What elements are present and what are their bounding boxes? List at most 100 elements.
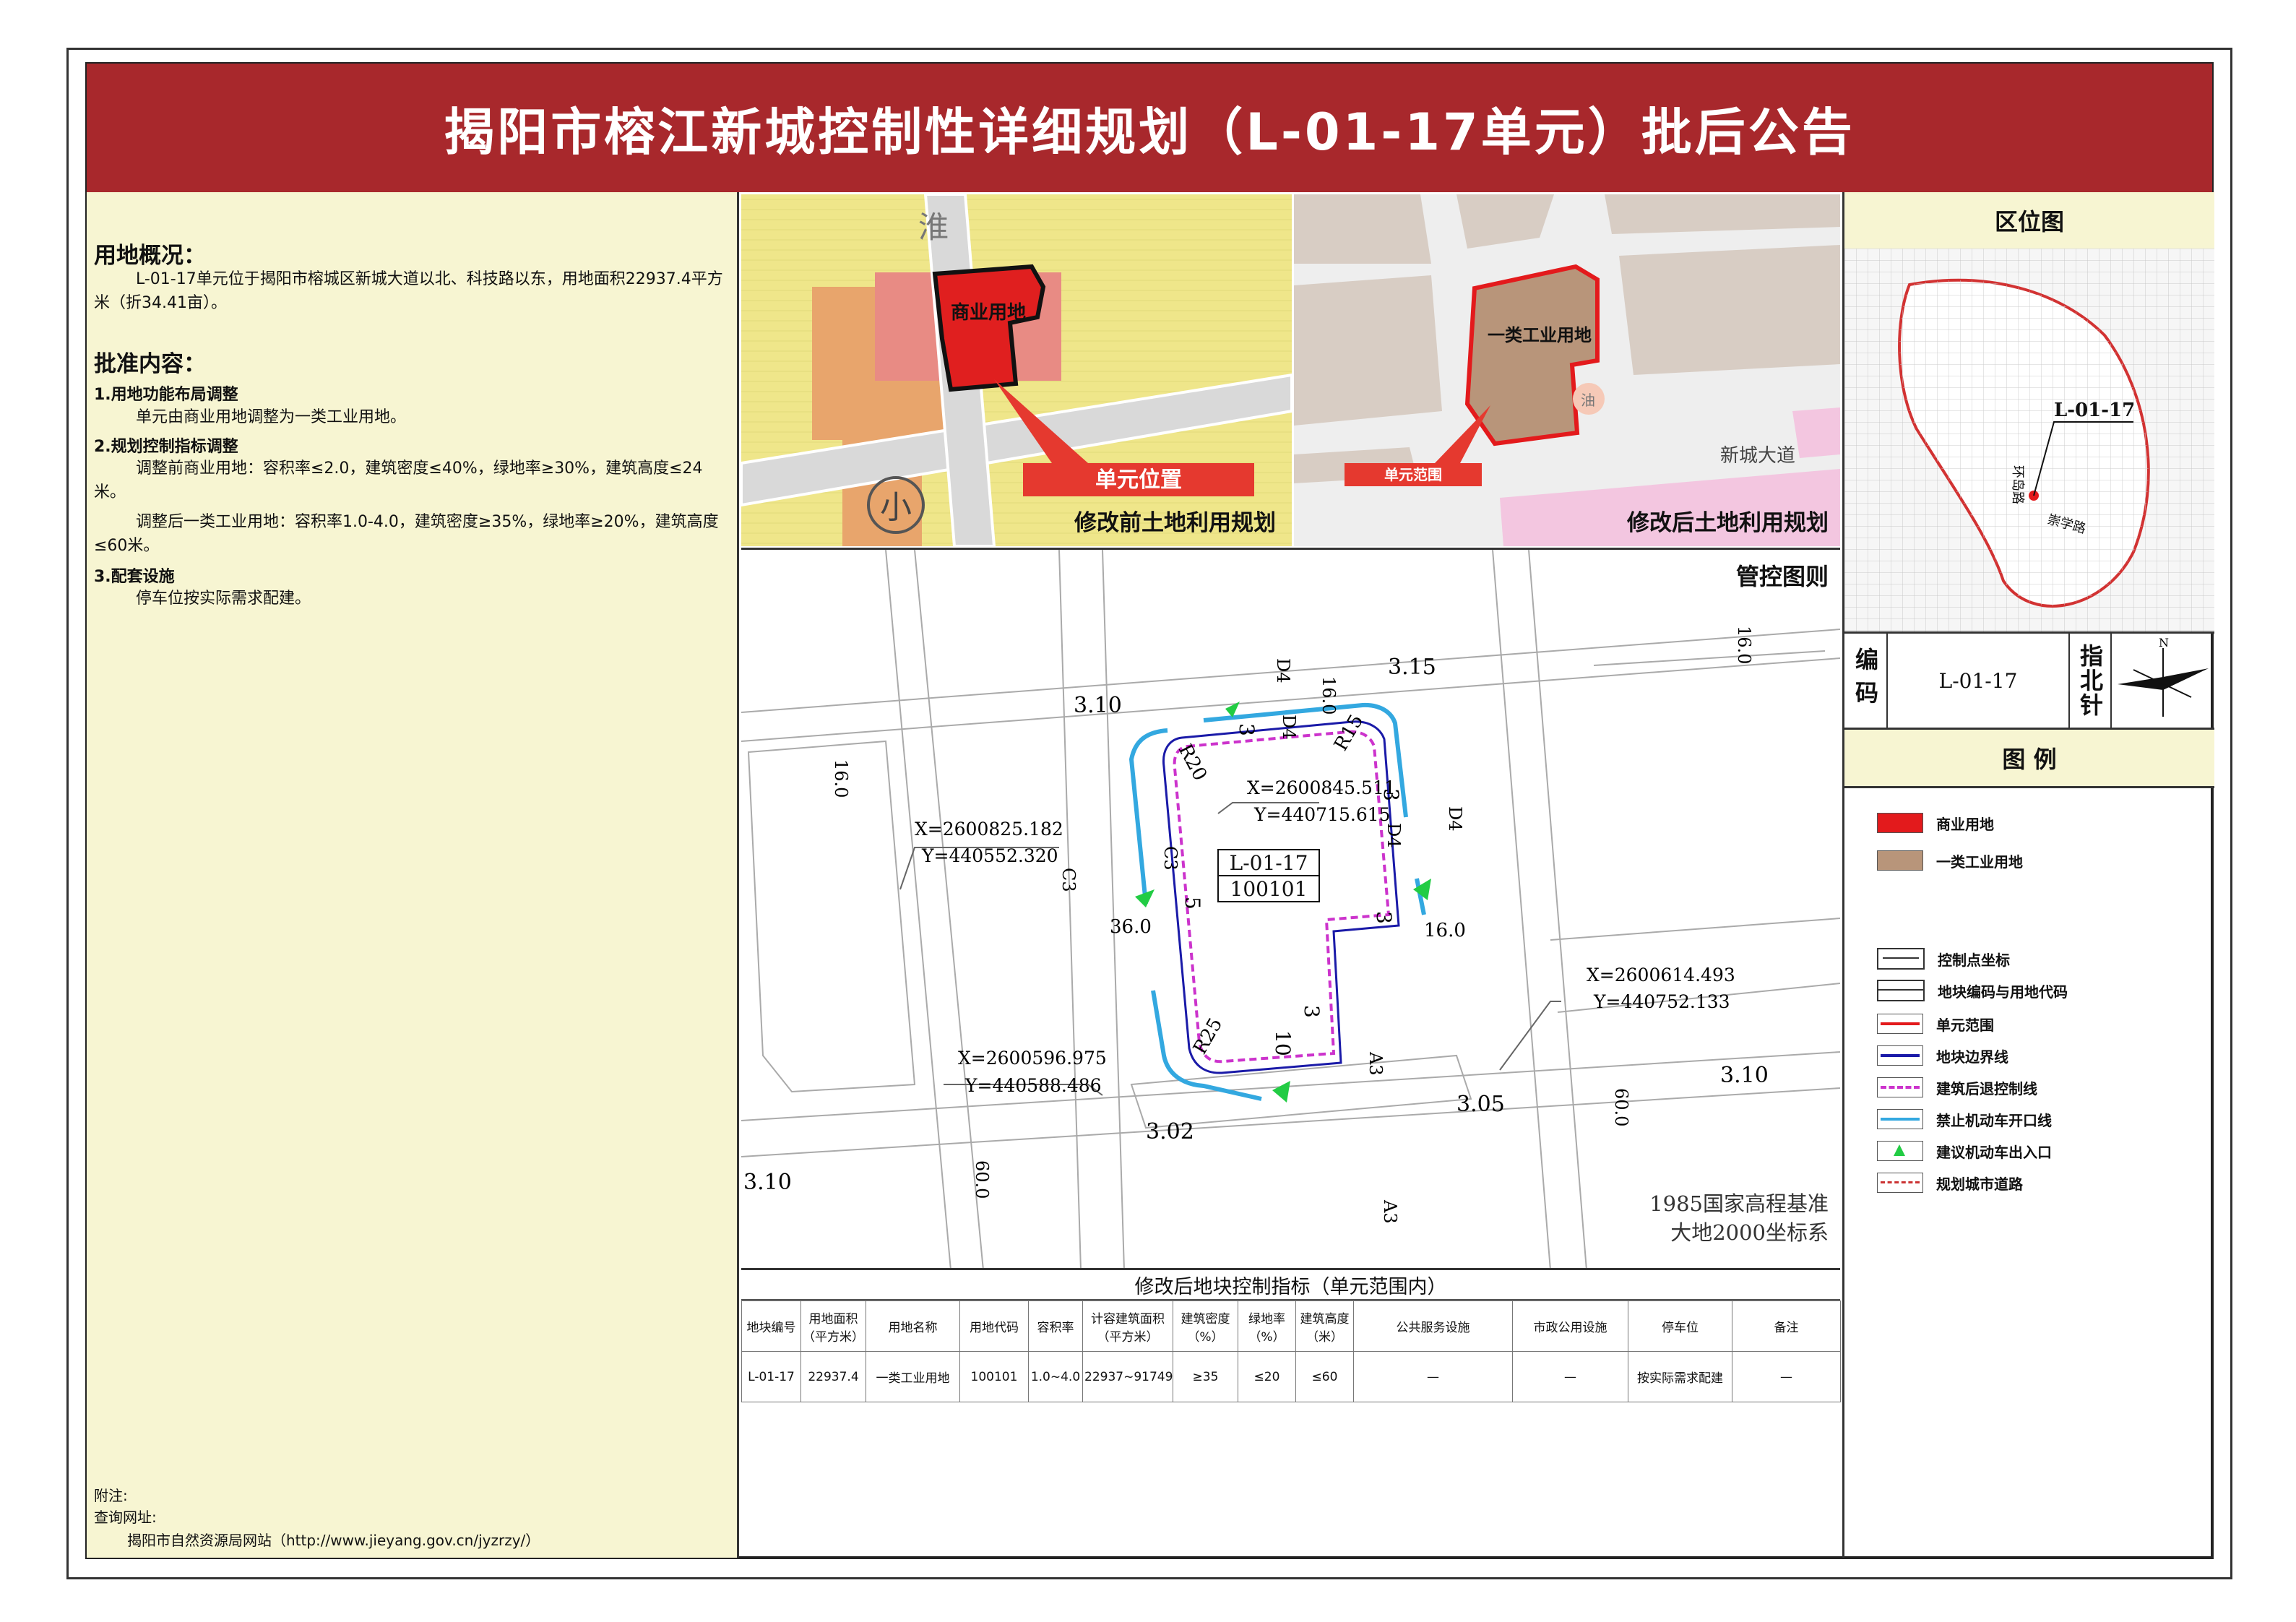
width-3: 36.0	[1110, 916, 1152, 938]
td-green: ≤20	[1238, 1351, 1296, 1402]
legend: 商业用地 一类工业用地 控制点坐标 地块编码与用地代码 单元范围 地块边界线 建…	[1844, 786, 2214, 1558]
indicator-table: 修改后地块控制指标（单元范围内） 地块编号 用地面积（平方米） 用地名称 用地代…	[741, 1268, 1841, 1557]
class-8: A3	[1380, 1199, 1400, 1224]
class-3: D4	[1384, 823, 1404, 848]
legend-item: 地块编码与用地代码	[1877, 978, 2068, 1003]
overview-heading: 用地概况：	[94, 243, 206, 269]
planned-road-line-icon	[1877, 1173, 1923, 1193]
td-public: —	[1353, 1351, 1513, 1402]
coord-3-x: X=2600614.493	[1587, 965, 1735, 985]
parcel-boundary-line-icon	[1877, 1045, 1923, 1066]
indicator-grid: 地块编号 用地面积（平方米） 用地名称 用地代码 容积率 计容建筑面积（平方米）…	[741, 1300, 1841, 1402]
td-parking: 按实际需求配建	[1628, 1351, 1732, 1402]
coord-4-y: Y=440588.486	[964, 1075, 1102, 1096]
code-label: 编码	[1852, 647, 1879, 714]
table-title: 修改后地块控制指标（单元范围内）	[741, 1270, 1840, 1300]
item2-before: 调整前商业用地：容积率≤2.0，建筑密度≤40%，绿地率≥30%，建筑高度≤24…	[94, 460, 703, 501]
legend-item: 单元范围	[1877, 1011, 1994, 1036]
north-arrow-icon: N	[2112, 634, 2214, 728]
commercial-swatch-icon	[1877, 813, 1923, 833]
setback-2: 3	[1379, 788, 1403, 801]
width-5: 60.0	[1611, 1088, 1631, 1126]
coordinate-box-icon	[1877, 948, 1925, 970]
th-height: 建筑高度（米）	[1295, 1300, 1354, 1352]
legend-item: 建筑后退控制线	[1877, 1075, 2037, 1100]
datum-1: 1985国家高程基准	[1649, 1191, 1829, 1216]
item2-after: 调整后一类工业用地：容积率1.0-4.0，建筑密度≥35%，绿地率≥20%，建筑…	[94, 513, 719, 555]
code-value: L-01-17	[1938, 668, 2018, 693]
after-road-label: 新城大道	[1720, 445, 1795, 467]
item3-title: 3.配套设施	[94, 568, 175, 586]
th-parcel-id: 地块编号	[741, 1300, 801, 1352]
legend-item: 规划城市道路	[1877, 1170, 2023, 1195]
code-box-icon	[1877, 980, 1925, 1001]
class-4: D4	[1445, 806, 1465, 832]
description-panel: 用地概况： L-01-17单元位于揭阳市榕城区新城大道以北、科技路以东，用地面积…	[87, 192, 739, 1558]
map-after: 油 一类工业用地 新城大道 单元范围 修改后土地利用规划	[1294, 194, 1840, 546]
before-land-label: 商业用地	[951, 301, 1026, 324]
width-1: 16.0	[831, 759, 851, 798]
legend-item: 地块边界线	[1877, 1043, 2008, 1068]
class-1: D4	[1273, 658, 1293, 683]
elev-3: 3.10	[743, 1170, 792, 1195]
th-land-code: 用地代码	[959, 1300, 1029, 1352]
td-parcel-id: L-01-17	[741, 1351, 801, 1402]
coord-1-y: Y=440552.320	[921, 845, 1058, 866]
after-land-label: 一类工业用地	[1488, 324, 1592, 345]
radius-3: R25	[1189, 1014, 1227, 1058]
td-land-name: 一类工业用地	[866, 1351, 960, 1402]
td-density: ≥35	[1173, 1351, 1238, 1402]
class-5: C3	[1058, 868, 1079, 892]
class-7: A3	[1365, 1051, 1386, 1076]
td-area: 22937.4	[800, 1351, 866, 1402]
coord-1-x: X=2600825.182	[915, 819, 1063, 840]
road-a-label: 环岛路	[2010, 465, 2025, 504]
td-far: 1.0~4.0	[1028, 1351, 1083, 1402]
control-caption: 管控图则	[1736, 563, 1829, 590]
unit-code: L-01-17	[1230, 851, 1308, 875]
item1-text: 单元由商业用地调整为一类工业用地。	[136, 408, 407, 426]
th-far: 容积率	[1028, 1300, 1083, 1352]
footer-note: 附注:	[94, 1487, 128, 1504]
elev-6: 3.10	[1720, 1063, 1769, 1088]
code-north-box: 编码 L-01-17 指北针 N	[1844, 631, 2214, 730]
td-remark: —	[1732, 1351, 1841, 1402]
before-badge: 单元位置	[1095, 467, 1182, 493]
elev-5: 3.02	[1146, 1119, 1194, 1144]
legend-item: 控制点坐标	[1877, 946, 2010, 971]
footer-query: 查询网址:	[94, 1509, 157, 1526]
page-title: 揭阳市榕江新城控制性详细规划（L-01-17单元）批后公告	[444, 102, 1855, 162]
setback-3: 3	[1372, 911, 1396, 924]
after-badge: 单元范围	[1384, 466, 1442, 483]
class-2: D4	[1279, 715, 1299, 740]
location-unit-label: L-01-17	[2054, 400, 2135, 421]
td-gfa: 22937~91749	[1082, 1351, 1173, 1402]
elev-4: 3.05	[1456, 1092, 1505, 1117]
title-bar: 揭阳市榕江新城控制性详细规划（L-01-17单元）批后公告	[87, 64, 2212, 192]
coord-3-y: Y=440752.133	[1593, 991, 1730, 1012]
radius-1: R20	[1174, 741, 1211, 785]
industrial-swatch-icon	[1877, 850, 1923, 871]
elev-2: 3.10	[1074, 693, 1122, 718]
before-road-char: 淮	[918, 210, 949, 245]
footer-site: 揭阳市自然资源局网站（http://www.jieyang.gov.cn/jyz…	[127, 1532, 540, 1549]
before-caption: 修改前土地利用规划	[1074, 510, 1276, 536]
north-label: 指北针	[2076, 644, 2104, 717]
setback-1: 3	[1235, 723, 1259, 736]
td-height: ≤60	[1295, 1351, 1354, 1402]
right-panel: 区位图 L-01-17 环岛路 崇学路 编码 L-01-17 指北针 N 图 例…	[1842, 192, 2214, 1558]
th-green: 绿地率（%）	[1238, 1300, 1296, 1352]
width-6: 60.0	[972, 1160, 992, 1199]
coord-2-x: X=2600845.511	[1247, 777, 1396, 798]
th-remark: 备注	[1732, 1300, 1841, 1352]
legend-item: 商业用地	[1877, 811, 1994, 835]
overview-text: L-01-17单元位于揭阳市榕城区新城大道以北、科技路以东，用地面积22937.…	[94, 270, 723, 312]
th-municipal: 市政公用设施	[1512, 1300, 1628, 1352]
legend-item: 建议机动车出入口	[1877, 1139, 2052, 1163]
after-caption: 修改后土地利用规划	[1626, 510, 1829, 536]
location-heading: 区位图	[1844, 192, 2214, 251]
th-gfa: 计容建筑面积（平方米）	[1082, 1300, 1173, 1352]
coord-4-x: X=2600596.975	[958, 1048, 1107, 1069]
td-land-code: 100101	[959, 1351, 1029, 1402]
th-density: 建筑密度（%）	[1173, 1300, 1238, 1352]
